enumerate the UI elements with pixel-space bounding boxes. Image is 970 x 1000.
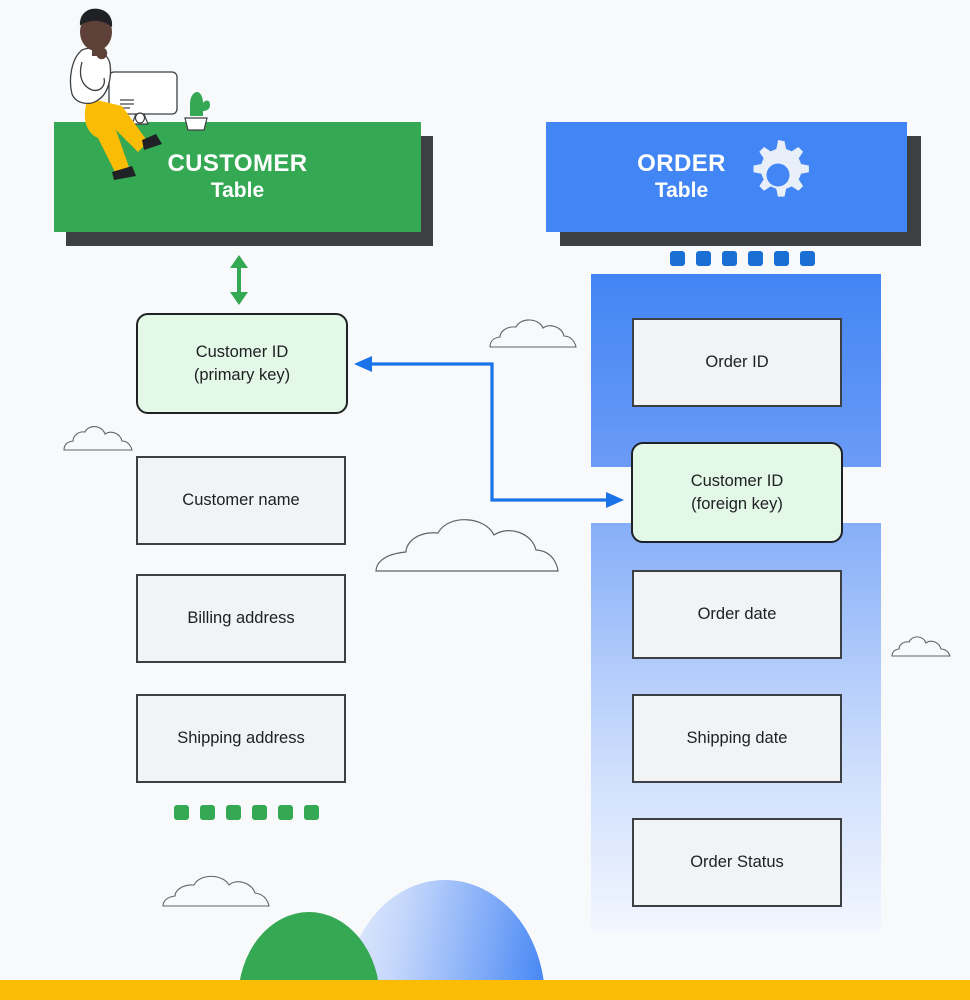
dot (278, 805, 293, 820)
order-field-order-id[interactable]: Order ID (632, 318, 842, 407)
cloud-icon-center-large (372, 512, 562, 574)
cloud-icon-left-small (62, 420, 134, 452)
order-table-header[interactable]: ORDER Table (546, 122, 907, 232)
cloud-icon-center-top (487, 315, 579, 349)
field-label: Shipping address (177, 729, 305, 748)
gear-icon (740, 137, 816, 218)
field-label: Order date (697, 605, 777, 624)
field-label: Customer ID (primary key) (193, 343, 291, 384)
order-header-subtitle: Table (654, 178, 709, 202)
order-dot-row (670, 251, 815, 266)
customer-field-customer-name[interactable]: Customer name (136, 456, 346, 545)
dot (304, 805, 319, 820)
person-at-desk-illustration (52, 2, 227, 192)
field-label: Shipping date (686, 729, 788, 748)
dot (800, 251, 815, 266)
dot (670, 251, 685, 266)
dot (174, 805, 189, 820)
order-field-order-status[interactable]: Order Status (632, 818, 842, 907)
dot (774, 251, 789, 266)
order-field-customer-id[interactable]: Customer ID (foreign key) (631, 442, 843, 543)
cloud-icon-bottom-left (160, 872, 272, 908)
field-label: Billing address (187, 609, 295, 628)
dot (696, 251, 711, 266)
dot (722, 251, 737, 266)
dot (252, 805, 267, 820)
customer-field-customer-id[interactable]: Customer ID (primary key) (136, 313, 348, 414)
field-label: Customer name (182, 491, 300, 510)
field-label: Order ID (705, 353, 769, 372)
bottom-accent-bar (0, 980, 970, 1000)
dot (200, 805, 215, 820)
dot (226, 805, 241, 820)
field-label: Customer ID (foreign key) (690, 472, 784, 513)
customer-vertical-link-arrow (226, 255, 252, 305)
customer-dot-row (174, 805, 319, 820)
field-label: Order Status (690, 853, 784, 872)
customer-field-billing-address[interactable]: Billing address (136, 574, 346, 663)
order-header-text: ORDER Table (637, 150, 726, 203)
primary-foreign-key-relationship-connector (352, 356, 632, 508)
diagram-canvas: CUSTOMER Table ORDER Table Customer ID (… (0, 0, 970, 1000)
order-field-order-date[interactable]: Order date (632, 570, 842, 659)
order-field-shipping-date[interactable]: Shipping date (632, 694, 842, 783)
dot (748, 251, 763, 266)
order-header-title: ORDER (637, 150, 726, 178)
customer-field-shipping-address[interactable]: Shipping address (136, 694, 346, 783)
cloud-icon-right-small (890, 632, 952, 658)
